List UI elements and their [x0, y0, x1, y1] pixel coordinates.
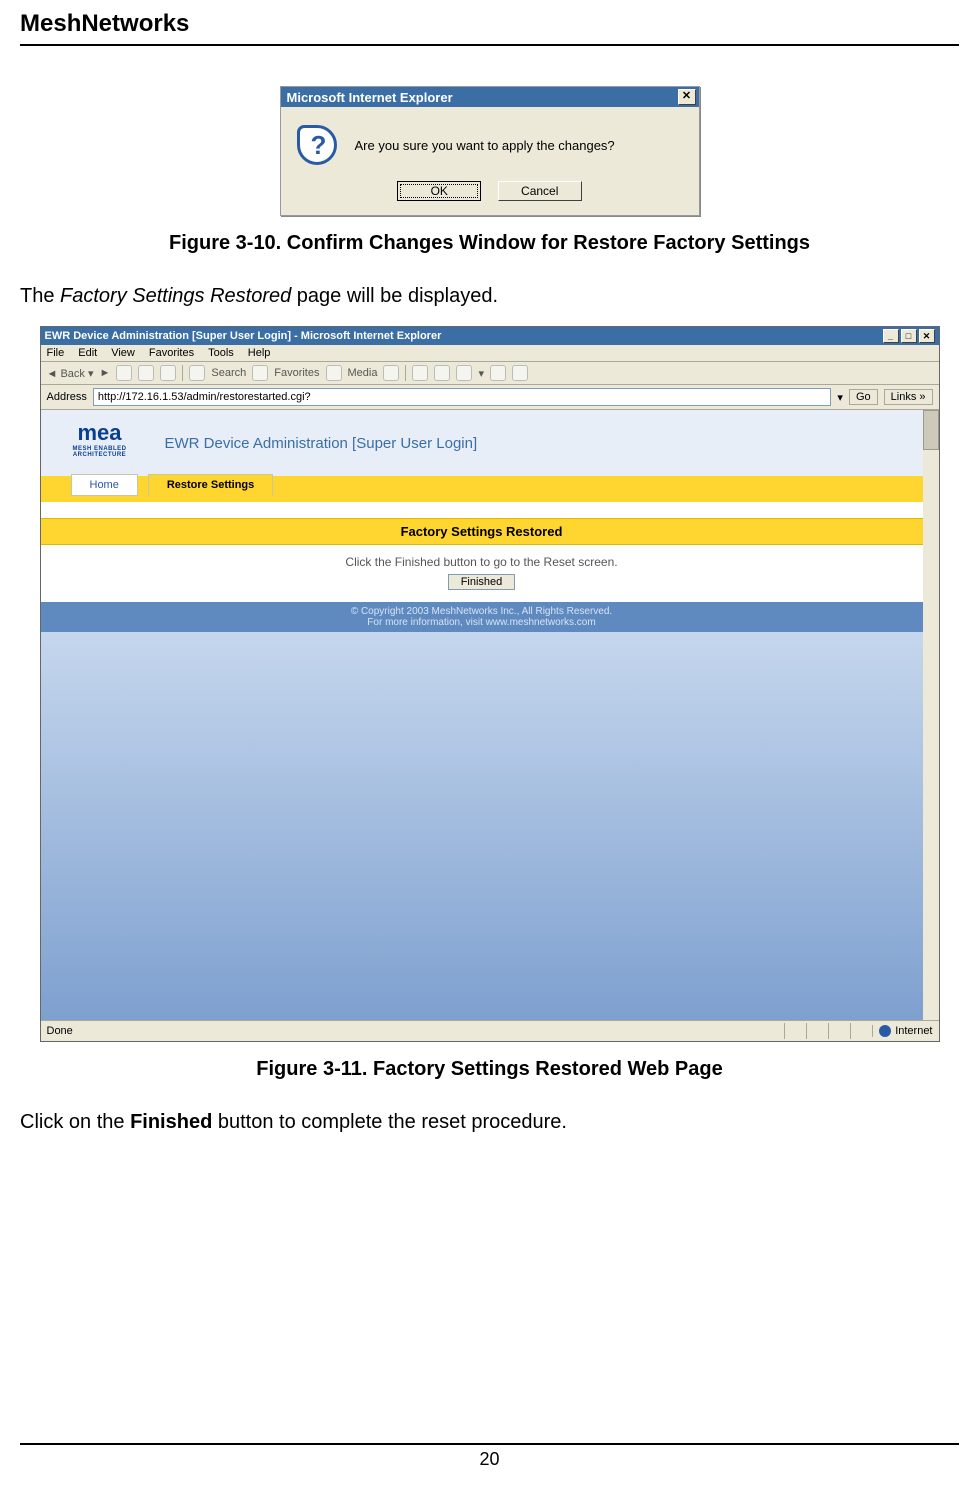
status-done: Done [47, 1025, 73, 1037]
status-cell [850, 1023, 872, 1039]
logo-subtext: MESH ENABLED ARCHITECTURE [55, 446, 145, 458]
body-text-1: The Factory Settings Restored page will … [20, 285, 959, 308]
links-button[interactable]: Links » [884, 389, 933, 405]
messenger-icon[interactable] [512, 365, 528, 381]
logo-text: mea [77, 420, 121, 445]
body-2-pre: Click on the [20, 1111, 130, 1133]
address-input[interactable] [93, 388, 832, 406]
copyright-line1: © Copyright 2003 MeshNetworks Inc., All … [49, 606, 915, 617]
dialog-title: Microsoft Internet Explorer [287, 90, 453, 105]
close-icon[interactable]: ✕ [919, 329, 935, 343]
status-cell [828, 1023, 850, 1039]
tab-home[interactable]: Home [71, 474, 138, 496]
scrollbar-thumb[interactable] [923, 410, 939, 450]
favorites-label[interactable]: Favorites [274, 367, 319, 379]
browser-toolbar: ◄ Back ▾ ► Search Favorites Media ▾ [41, 362, 939, 385]
mail-icon[interactable] [412, 365, 428, 381]
copyright-block: © Copyright 2003 MeshNetworks Inc., All … [41, 602, 923, 632]
print-icon[interactable] [434, 365, 450, 381]
body-1-post: page will be displayed. [291, 285, 498, 307]
page-header: mea MESH ENABLED ARCHITECTURE EWR Device… [41, 410, 923, 476]
menu-edit[interactable]: Edit [78, 347, 97, 359]
figure-3-10-caption: Figure 3-10. Confirm Changes Window for … [20, 232, 959, 255]
tab-restore-settings[interactable]: Restore Settings [148, 474, 273, 496]
back-button[interactable]: ◄ Back ▾ [47, 367, 94, 380]
body-2-post: button to complete the reset procedure. [212, 1111, 567, 1133]
nav-row: Home Restore Settings [41, 476, 923, 502]
stop-icon[interactable] [116, 365, 132, 381]
dialog-titlebar: Microsoft Internet Explorer ✕ [281, 87, 699, 107]
question-icon [297, 125, 337, 165]
browser-window: EWR Device Administration [Super User Lo… [40, 326, 940, 1042]
status-internet-label: Internet [895, 1025, 932, 1037]
figure-3-11-caption: Figure 3-11. Factory Settings Restored W… [20, 1058, 959, 1081]
search-icon[interactable] [189, 365, 205, 381]
copyright-link[interactable]: www.meshnetworks.com [486, 617, 596, 628]
menu-view[interactable]: View [111, 347, 135, 359]
edit-icon[interactable] [456, 365, 472, 381]
forward-button[interactable]: ► [100, 367, 111, 379]
body-2-bold: Finished [130, 1111, 212, 1133]
dialog-buttons: OK Cancel [281, 175, 699, 215]
dialog-body: Are you sure you want to apply the chang… [281, 107, 699, 175]
home-icon[interactable] [160, 365, 176, 381]
address-dropdown-icon[interactable]: ▾ [837, 391, 843, 404]
globe-icon [879, 1025, 891, 1037]
back-label: Back [60, 368, 84, 380]
browser-menubar: File Edit View Favorites Tools Help [41, 345, 939, 362]
menu-file[interactable]: File [47, 347, 65, 359]
finished-button[interactable]: Finished [448, 574, 516, 590]
close-icon[interactable]: ✕ [678, 89, 696, 105]
browser-addressbar: Address ▾ Go Links » [41, 385, 939, 410]
page-number: 20 [479, 1449, 499, 1469]
tool-dropdown-icon[interactable]: ▾ [478, 367, 484, 380]
body-1-italic: Factory Settings Restored [60, 285, 291, 307]
copyright-line2-pre: For more information, visit [367, 617, 485, 628]
maximize-icon[interactable]: □ [901, 329, 917, 343]
history-icon[interactable] [383, 365, 399, 381]
menu-tools[interactable]: Tools [208, 347, 234, 359]
restored-banner: Factory Settings Restored [41, 518, 923, 545]
search-label[interactable]: Search [211, 367, 246, 379]
status-zone: Internet [872, 1025, 932, 1037]
favorites-icon[interactable] [252, 365, 268, 381]
cancel-button[interactable]: Cancel [498, 181, 582, 201]
instruction-text: Click the Finished button to go to the R… [41, 545, 923, 574]
figure-3-10: Microsoft Internet Explorer ✕ Are you su… [20, 86, 959, 216]
menu-favorites[interactable]: Favorites [149, 347, 194, 359]
body-text-2: Click on the Finished button to complete… [20, 1111, 959, 1134]
mea-logo: mea MESH ENABLED ARCHITECTURE [55, 420, 145, 466]
dialog-message: Are you sure you want to apply the chang… [355, 138, 615, 153]
status-cell [806, 1023, 828, 1039]
body-1-pre: The [20, 285, 60, 307]
refresh-icon[interactable] [138, 365, 154, 381]
browser-statusbar: Done Internet [41, 1020, 939, 1041]
browser-title: EWR Device Administration [Super User Lo… [45, 330, 442, 342]
figure-3-11: EWR Device Administration [Super User Lo… [20, 326, 959, 1042]
finished-row: Finished [41, 574, 923, 602]
page-title: EWR Device Administration [Super User Lo… [145, 435, 478, 452]
go-button[interactable]: Go [849, 389, 878, 405]
status-cell [784, 1023, 806, 1039]
discuss-icon[interactable] [490, 365, 506, 381]
media-icon[interactable] [326, 365, 342, 381]
address-label: Address [47, 391, 87, 403]
page-footer: 20 [20, 1443, 959, 1470]
browser-content: mea MESH ENABLED ARCHITECTURE EWR Device… [41, 410, 939, 1020]
media-label[interactable]: Media [348, 367, 378, 379]
minimize-icon[interactable]: _ [883, 329, 899, 343]
spacer [41, 502, 923, 518]
ok-button[interactable]: OK [397, 181, 481, 201]
doc-header: MeshNetworks [20, 0, 959, 46]
browser-titlebar: EWR Device Administration [Super User Lo… [41, 327, 939, 345]
confirm-dialog: Microsoft Internet Explorer ✕ Are you su… [280, 86, 700, 216]
menu-help[interactable]: Help [248, 347, 271, 359]
